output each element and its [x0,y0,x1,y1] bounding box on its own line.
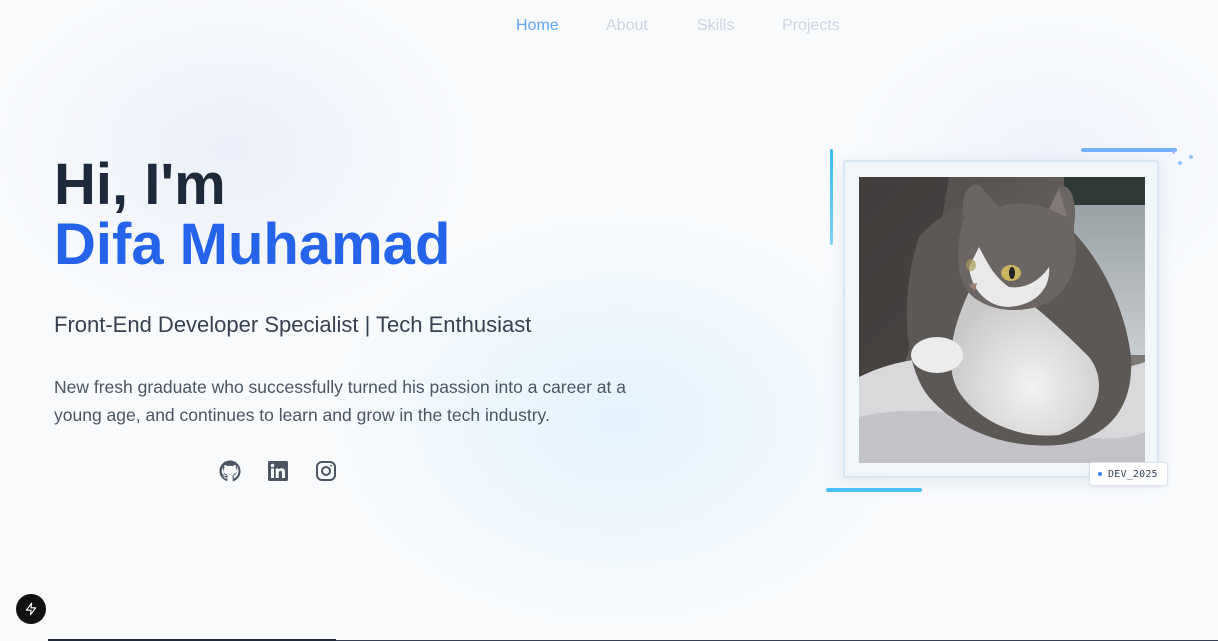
decorative-line [826,488,922,492]
lightning-icon [25,602,37,616]
decorative-line [1081,148,1177,152]
dev-badge: DEV_2025 [1089,462,1168,486]
decorative-dot [1172,151,1175,154]
hero-role: Front-End Developer Specialist | Tech En… [54,312,532,337]
social-links [218,459,338,483]
nav-item-skills[interactable]: Skills [697,17,734,35]
nav-item-home[interactable]: Home [516,17,559,35]
decorative-dot [1178,161,1182,165]
hero-description: New fresh graduate who successfully turn… [54,377,626,425]
decorative-line [830,149,833,245]
hero-intro: Hi, I'm Difa Muhamad Front-End Developer… [54,155,654,429]
instagram-icon[interactable] [314,459,338,483]
hero-name: Difa Muhamad [54,212,451,277]
github-icon[interactable] [218,459,242,483]
top-nav: Home About Skills Projects [0,17,1218,37]
floating-action-button[interactable] [16,594,46,624]
decorative-dot [1189,155,1193,159]
nav-item-about[interactable]: About [606,17,648,35]
badge-dot-icon [1098,472,1102,476]
linkedin-icon[interactable] [266,459,290,483]
hero-greeting: Hi, I'm [54,152,226,217]
badge-label: DEV_2025 [1108,468,1158,480]
nav-item-projects[interactable]: Projects [782,17,840,35]
profile-photo [859,177,1145,463]
cat-photo-illustration [859,177,1145,463]
